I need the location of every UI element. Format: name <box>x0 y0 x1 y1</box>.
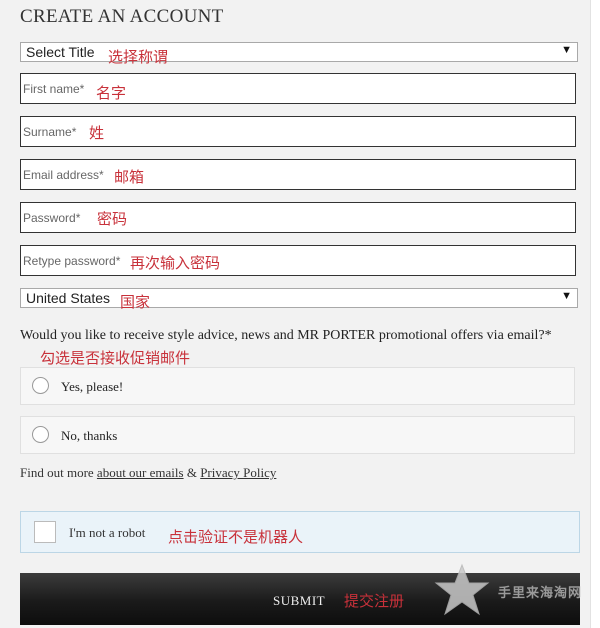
surname-placeholder: Surname* <box>23 125 77 139</box>
captcha-checkbox[interactable] <box>34 521 56 543</box>
retype-password-field[interactable]: Retype password* <box>20 245 576 276</box>
title-select-value: Select Title <box>26 44 95 60</box>
password-note: 密码 <box>97 210 128 228</box>
submit-note: 提交注册 <box>344 592 405 610</box>
retype-password-placeholder: Retype password* <box>23 254 121 268</box>
site-watermark: 手里来海淘网 <box>432 562 592 618</box>
newsletter-option-no[interactable]: No, thanks <box>20 416 575 454</box>
country-select[interactable]: United States ▼ <box>20 288 578 308</box>
newsletter-note: 勾选是否接收促销邮件 <box>40 349 191 367</box>
links-ampersand: & <box>183 465 201 480</box>
radio-button[interactable] <box>32 377 49 394</box>
dropdown-arrow-icon: ▼ <box>561 44 572 56</box>
links-prefix: Find out more <box>20 465 97 480</box>
privacy-policy-link[interactable]: Privacy Policy <box>200 465 276 480</box>
option-label: Yes, please! <box>61 379 124 394</box>
submit-label: SUBMIT <box>273 593 326 608</box>
captcha-note: 点击验证不是机器人 <box>168 528 304 546</box>
first-name-note: 名字 <box>96 84 127 102</box>
country-note: 国家 <box>120 293 151 311</box>
password-placeholder: Password* <box>23 211 81 225</box>
about-emails-link[interactable]: about our emails <box>97 465 184 480</box>
email-policy-links: Find out more about our emails & Privacy… <box>20 465 276 481</box>
country-select-value: United States <box>26 290 111 306</box>
first-name-placeholder: First name* <box>23 82 85 96</box>
newsletter-option-yes[interactable]: Yes, please! <box>20 367 575 405</box>
captcha-label: I'm not a robot <box>69 525 146 540</box>
page-title: CREATE AN ACCOUNT <box>20 6 224 27</box>
registration-page: CREATE AN ACCOUNT Select Title ▼ 选择称谓 Fi… <box>0 0 591 628</box>
watermark-text: 手里来海淘网 <box>498 586 583 601</box>
star-icon <box>434 563 490 616</box>
retype-password-note: 再次输入密码 <box>130 254 221 272</box>
email-note: 邮箱 <box>114 168 145 186</box>
email-field[interactable]: Email address* <box>20 159 576 190</box>
title-select[interactable]: Select Title ▼ <box>20 42 578 62</box>
radio-button[interactable] <box>32 426 49 443</box>
newsletter-question: Would you like to receive style advice, … <box>20 328 552 343</box>
email-placeholder: Email address* <box>23 168 104 182</box>
title-select-note: 选择称谓 <box>108 48 169 66</box>
dropdown-arrow-icon: ▼ <box>561 290 572 302</box>
option-label: No, thanks <box>61 428 118 443</box>
surname-note: 姓 <box>89 124 105 142</box>
